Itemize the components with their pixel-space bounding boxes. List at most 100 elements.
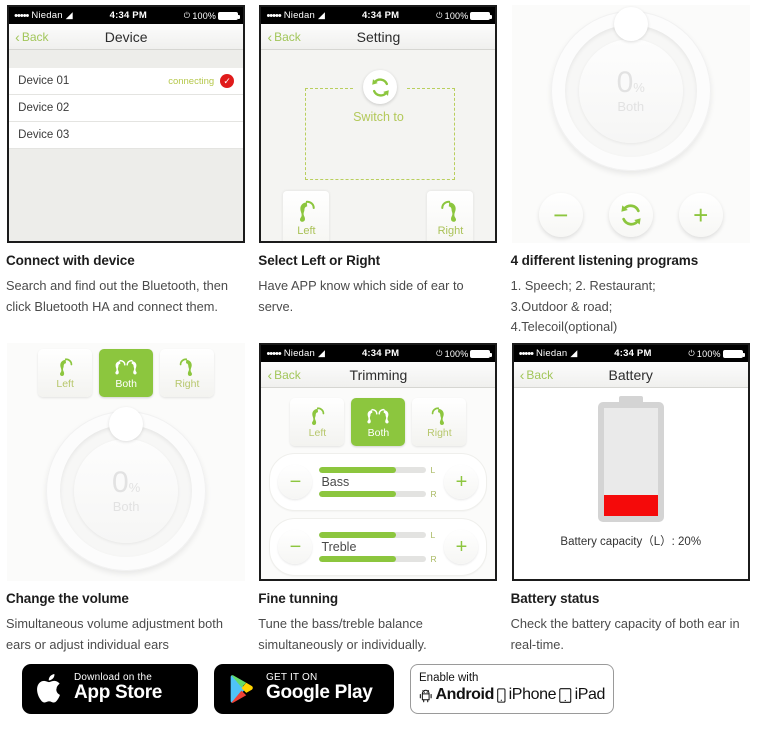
status-bar: ••••• Niedan ◢ 4:34 PM ⏻ 100% xyxy=(513,345,748,363)
google-play-badge[interactable]: GET IT ON Google Play xyxy=(214,663,394,714)
phone-screenshot-programs: 0% Both − + xyxy=(511,5,750,243)
status-right: ⏻ 100% xyxy=(184,10,241,21)
plus-icon: + xyxy=(455,470,468,493)
segment-both-label: Both xyxy=(367,426,390,439)
volume-down-button[interactable]: − xyxy=(538,193,583,237)
dial-face: 0% Both xyxy=(74,439,179,544)
bass-right-slider[interactable]: R xyxy=(319,489,437,499)
device-name: Device 03 xyxy=(18,129,70,141)
android-robot-icon xyxy=(419,689,432,703)
bluetooth-icon: ⏻ xyxy=(436,348,443,358)
caption-title: Connect with device xyxy=(6,253,135,268)
volume-dial[interactable]: 0% Both xyxy=(550,7,711,171)
slider-card-treble: − L Treble R + xyxy=(269,518,488,577)
segment-right[interactable]: Right xyxy=(160,349,215,398)
dial-value: 0% xyxy=(112,468,140,498)
segment-left[interactable]: Left xyxy=(38,349,93,398)
table-row[interactable]: Device 02 xyxy=(9,95,244,122)
feature-cell-select-side: ••••• Niedan ◢ 4:34 PM ⏻ 100% ‹ Back Set… xyxy=(252,0,504,338)
signal-dots-icon: ••••• xyxy=(518,347,534,360)
slider-card-bass: − L Bass R + xyxy=(269,453,488,512)
clock-label: 4:34 PM xyxy=(109,10,147,21)
volume-up-button[interactable]: + xyxy=(678,193,723,237)
iphone-label: iPhone xyxy=(508,686,557,704)
battery-percent-label: 100% xyxy=(192,10,217,21)
caption-body: 1. Speech; 2. Restaurant; 3.Outdoor & ro… xyxy=(510,278,656,335)
dial-knob[interactable] xyxy=(613,7,648,41)
treble-right-label: R xyxy=(430,554,437,565)
segment-both[interactable]: Both xyxy=(99,349,154,398)
switch-label: Switch to xyxy=(353,110,404,124)
phone-screenshot-battery: ••••• Niedan ◢ 4:34 PM ⏻ 100% ‹ Back Bat… xyxy=(511,343,750,582)
dial-number: 0 xyxy=(616,66,634,99)
slider-name: Treble xyxy=(321,540,357,555)
hearing-aid-both-icon xyxy=(367,408,390,424)
battery-percent-label: 100% xyxy=(696,348,721,359)
table-row[interactable]: Device 03 xyxy=(9,122,244,149)
treble-increase-button[interactable]: + xyxy=(444,530,479,565)
segment-left[interactable]: Left xyxy=(290,398,345,447)
treble-decrease-button[interactable]: − xyxy=(278,530,313,565)
store-badges: Download on the App Store GET IT ON Goog… xyxy=(0,656,757,714)
bass-left-slider[interactable]: L xyxy=(319,465,437,475)
trimming-body: Left Both Right − L Bass R + − L Treble … xyxy=(261,388,496,580)
caption-connect: Connect with device Search and find out … xyxy=(0,243,252,317)
bluetooth-icon: ⏻ xyxy=(436,10,443,20)
hearing-aid-right-icon xyxy=(432,407,445,425)
page-title: Trimming xyxy=(349,366,408,383)
wifi-icon: ◢ xyxy=(318,348,326,359)
status-badge: connecting xyxy=(168,75,215,87)
caption-volume: Change the volume Simultaneous volume ad… xyxy=(0,581,252,655)
volume-dial[interactable]: 0% Both xyxy=(46,407,207,572)
dashed-connector-top-right xyxy=(407,88,456,89)
device-list: Device 01 connecting ✓ Device 02 Device … xyxy=(9,68,244,149)
feature-cell-trimming: ••••• Niedan ◢ 4:34 PM ⏻ 100% ‹ Back Tri… xyxy=(252,338,504,655)
signal-dots-icon: ••••• xyxy=(14,9,29,22)
carrier-label: Niedan xyxy=(31,10,63,21)
enable-platform-row: Android iPhone iPad xyxy=(419,686,605,704)
caption-body: Tune the bass/treble balance simultaneou… xyxy=(258,616,427,652)
segment-right[interactable]: Right xyxy=(412,398,467,447)
caption-title: Battery status xyxy=(510,591,600,607)
program-cycle-button[interactable] xyxy=(608,193,653,237)
wifi-icon: ◢ xyxy=(65,10,73,20)
status-right: ⏻ 100% xyxy=(688,348,745,359)
ear-select-right[interactable]: Right xyxy=(427,191,474,241)
battery-percent-label: 100% xyxy=(444,348,469,359)
bass-increase-button[interactable]: + xyxy=(444,465,479,500)
caption-body: Check the battery capacity of both ear i… xyxy=(510,616,740,652)
status-right: ⏻ 100% xyxy=(436,10,493,21)
bass-decrease-button[interactable]: − xyxy=(278,465,313,500)
dial-percent: % xyxy=(633,80,645,95)
hearing-aid-both-icon xyxy=(115,359,137,375)
wifi-icon: ◢ xyxy=(318,10,326,20)
battery-graphic xyxy=(597,402,664,523)
ear-select-left[interactable]: Left xyxy=(283,191,330,241)
bass-right-track xyxy=(319,491,427,498)
caption-body: Search and find out the Bluetooth, then … xyxy=(6,278,228,314)
plus-icon: + xyxy=(455,535,468,558)
segment-both[interactable]: Both xyxy=(351,398,406,447)
dial-side-label: Both xyxy=(617,99,645,114)
battery-level-fill xyxy=(603,494,658,517)
treble-left-track xyxy=(319,532,427,539)
treble-right-fill xyxy=(319,556,397,563)
caption-title: 4 different listening programs xyxy=(510,253,699,268)
caption-body: Simultaneous volume adjustment both ears… xyxy=(6,616,223,652)
phone-screenshot-trimming: ••••• Niedan ◢ 4:34 PM ⏻ 100% ‹ Back Tri… xyxy=(259,343,498,582)
treble-right-slider[interactable]: R xyxy=(319,554,437,564)
device-name: Device 02 xyxy=(18,102,70,114)
bass-slider-group: L Bass R xyxy=(312,465,444,499)
dial-knob[interactable] xyxy=(109,407,144,442)
google-play-large-label: Google Play xyxy=(266,682,373,704)
table-row[interactable]: Device 01 connecting ✓ xyxy=(9,68,244,95)
treble-left-slider[interactable]: L xyxy=(319,530,437,540)
caption-body: Have APP know which side of ear to serve… xyxy=(258,278,464,314)
android-label: Android xyxy=(435,686,494,704)
feature-cell-battery: ••••• Niedan ◢ 4:34 PM ⏻ 100% ‹ Back Bat… xyxy=(505,338,757,655)
caption-title: Change the volume xyxy=(6,591,129,607)
app-store-text: Download on the App Store xyxy=(74,672,162,704)
page-title: Battery xyxy=(608,366,653,383)
signal-dots-icon: ••••• xyxy=(266,347,281,360)
app-store-badge[interactable]: Download on the App Store xyxy=(22,663,198,714)
